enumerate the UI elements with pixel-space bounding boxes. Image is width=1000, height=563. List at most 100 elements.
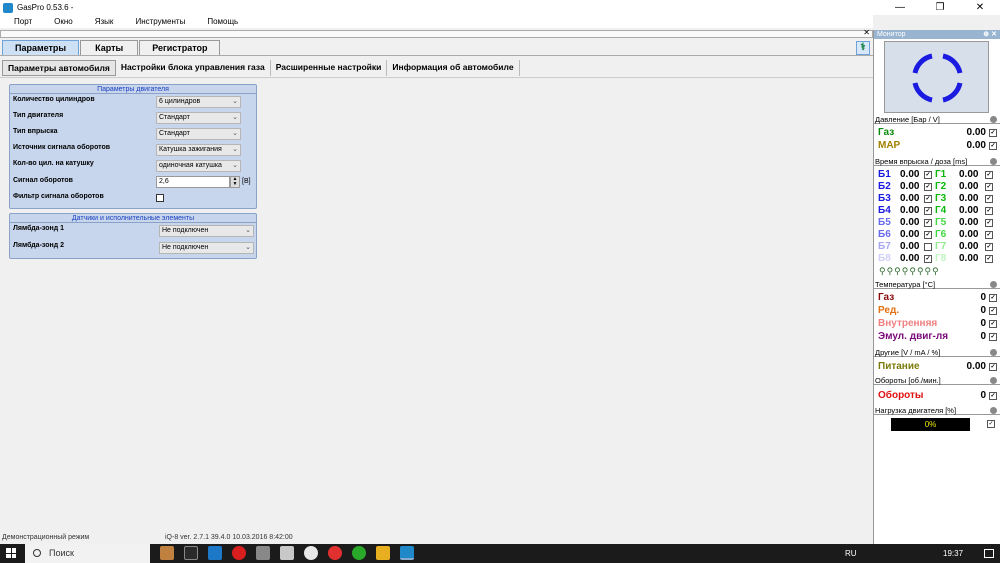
checkbox[interactable]: ✓ bbox=[924, 231, 932, 239]
menu-window[interactable]: Окно bbox=[54, 17, 73, 26]
close-button[interactable]: ✕ bbox=[960, 0, 1000, 15]
maximize-button[interactable]: ❐ bbox=[920, 0, 960, 15]
language-indicator[interactable]: RU bbox=[845, 544, 857, 563]
rpm-filter-checkbox[interactable] bbox=[156, 194, 164, 202]
explorer-icon[interactable] bbox=[256, 546, 270, 560]
gear-icon[interactable] bbox=[990, 377, 997, 384]
checkbox[interactable]: ✓ bbox=[924, 183, 932, 191]
checkbox[interactable]: ✓ bbox=[985, 195, 993, 203]
checkbox[interactable]: ✓ bbox=[989, 129, 997, 137]
gear-icon[interactable] bbox=[990, 349, 997, 356]
gas-injector-value: 0.00 bbox=[959, 205, 979, 216]
pressure-section: Давление [Бар / V] bbox=[874, 115, 1000, 124]
browser-icon[interactable] bbox=[328, 546, 342, 560]
gear-icon[interactable] bbox=[990, 158, 997, 165]
injector-row: Б2 0.00 ✓ Г2 0.00 ✓ bbox=[878, 181, 998, 193]
engine-type-select[interactable]: Стандарт ⌄ bbox=[156, 112, 241, 124]
petrol-injector-value: 0.00 bbox=[900, 181, 920, 192]
checkbox[interactable]: ✓ bbox=[985, 243, 993, 251]
checkbox[interactable]: ✓ bbox=[985, 231, 993, 239]
checkbox[interactable]: ✓ bbox=[989, 363, 997, 371]
tab-car-parameters[interactable]: Параметры автомобиля bbox=[2, 60, 116, 76]
gaspro-app-icon[interactable] bbox=[400, 546, 414, 560]
tab-gas-ecu-settings[interactable]: Настройки блока управления газа bbox=[116, 60, 271, 76]
select-value: 6 цилиндров bbox=[159, 98, 201, 105]
close-icon[interactable]: ✕ bbox=[863, 28, 870, 37]
chevron-down-icon: ⌄ bbox=[245, 227, 251, 234]
tab-parameters[interactable]: Параметры bbox=[2, 40, 80, 55]
monitor-header: Монитор ⊕ ✕ bbox=[874, 30, 1000, 39]
menu-help[interactable]: Помощь bbox=[207, 17, 238, 26]
lambda2-select[interactable]: Не подключен ⌄ bbox=[159, 242, 254, 254]
injection-type-select[interactable]: Стандарт ⌄ bbox=[156, 128, 241, 140]
rpm-signal-stepper[interactable]: ▲ ▼ bbox=[230, 176, 240, 188]
field-label: Тип двигателя bbox=[13, 112, 64, 119]
checkbox[interactable]: ✓ bbox=[924, 255, 932, 263]
gas-injector-value: 0.00 bbox=[959, 253, 979, 264]
menu-language[interactable]: Язык bbox=[95, 17, 114, 26]
title-bar: GasPro 0.53.6 - — ❐ ✕ bbox=[0, 0, 1000, 15]
folder-icon[interactable] bbox=[376, 546, 390, 560]
checkbox[interactable] bbox=[924, 243, 932, 251]
checkbox[interactable]: ✓ bbox=[989, 392, 997, 400]
mail-icon[interactable] bbox=[208, 546, 222, 560]
lambda1-select[interactable]: Не подключен ⌄ bbox=[159, 225, 254, 237]
main-tabs: Параметры Карты Регистратор bbox=[2, 40, 221, 55]
checkbox[interactable]: ✓ bbox=[987, 420, 995, 428]
injection-section: Время впрыска / доза [ms] bbox=[874, 157, 1000, 166]
petrol-injector-label: Б8 bbox=[878, 253, 891, 264]
taskbar: Поиск RU 19:37 bbox=[0, 544, 1000, 563]
checkbox[interactable]: ✓ bbox=[989, 320, 997, 328]
shield-icon[interactable] bbox=[280, 546, 294, 560]
checkbox[interactable]: ✓ bbox=[985, 183, 993, 191]
field-label: Лямбда-зонд 2 bbox=[13, 242, 64, 249]
checkbox[interactable]: ✓ bbox=[989, 307, 997, 315]
engine-params-group: Параметры двигателя Количество цилиндров… bbox=[9, 84, 257, 209]
minimize-button[interactable]: — bbox=[880, 0, 920, 15]
avatar-icon[interactable] bbox=[160, 546, 174, 560]
task-view-icon[interactable] bbox=[184, 546, 198, 560]
subtab-divider bbox=[0, 77, 873, 78]
gear-icon[interactable] bbox=[990, 407, 997, 414]
menu-port[interactable]: Порт bbox=[14, 17, 32, 26]
chevron-down-icon: ⌄ bbox=[232, 130, 238, 137]
tab-car-info[interactable]: Информация об автомобиле bbox=[387, 60, 520, 76]
tool-icon[interactable]: ⚕ bbox=[856, 41, 870, 55]
cylinders-select[interactable]: 6 цилиндров ⌄ bbox=[156, 96, 241, 108]
checkbox[interactable]: ✓ bbox=[985, 171, 993, 179]
menu-tools[interactable]: Инструменты bbox=[135, 17, 185, 26]
notification-icon[interactable] bbox=[984, 549, 994, 558]
temp-reducer-row: Ред. 0 ✓ bbox=[878, 305, 997, 316]
gear-icon[interactable] bbox=[990, 116, 997, 123]
petrol-injector-value: 0.00 bbox=[900, 193, 920, 204]
pin-icon[interactable]: ⊕ bbox=[983, 31, 989, 38]
opera-icon[interactable] bbox=[232, 546, 246, 560]
tab-advanced-settings[interactable]: Расширенные настройки bbox=[271, 60, 388, 76]
tab-maps[interactable]: Карты bbox=[80, 40, 139, 55]
checkbox[interactable]: ✓ bbox=[924, 207, 932, 215]
checkbox[interactable]: ✓ bbox=[985, 255, 993, 263]
clock[interactable]: 19:37 bbox=[943, 544, 963, 563]
checkbox[interactable]: ✓ bbox=[924, 195, 932, 203]
windows-start-icon[interactable] bbox=[6, 548, 16, 558]
checkbox[interactable]: ✓ bbox=[985, 219, 993, 227]
yandex-icon[interactable] bbox=[304, 546, 318, 560]
checkbox[interactable]: ✓ bbox=[989, 333, 997, 341]
tab-recorder[interactable]: Регистратор bbox=[139, 40, 221, 55]
rpm-source-select[interactable]: Катушка зажигания ⌄ bbox=[156, 144, 241, 156]
messenger-icon[interactable] bbox=[352, 546, 366, 560]
cyl-per-coil-select[interactable]: одиночная катушка ⌄ bbox=[156, 160, 241, 172]
search-input[interactable]: Поиск bbox=[25, 544, 150, 563]
checkbox[interactable]: ✓ bbox=[989, 142, 997, 150]
checkbox[interactable]: ✓ bbox=[989, 294, 997, 302]
petrol-injector-value: 0.00 bbox=[900, 229, 920, 240]
checkbox[interactable]: ✓ bbox=[985, 207, 993, 215]
close-icon[interactable]: ✕ bbox=[991, 31, 997, 38]
sensors-group: Датчики и исполнительные элементы Лямбда… bbox=[9, 213, 257, 259]
gear-icon[interactable] bbox=[990, 281, 997, 288]
gas-injector-label: Г8 bbox=[935, 253, 947, 264]
petrol-injector-label: Б2 bbox=[878, 181, 891, 192]
checkbox[interactable]: ✓ bbox=[924, 219, 932, 227]
checkbox[interactable]: ✓ bbox=[924, 171, 932, 179]
rpm-signal-input[interactable]: 2,6 bbox=[156, 176, 230, 188]
